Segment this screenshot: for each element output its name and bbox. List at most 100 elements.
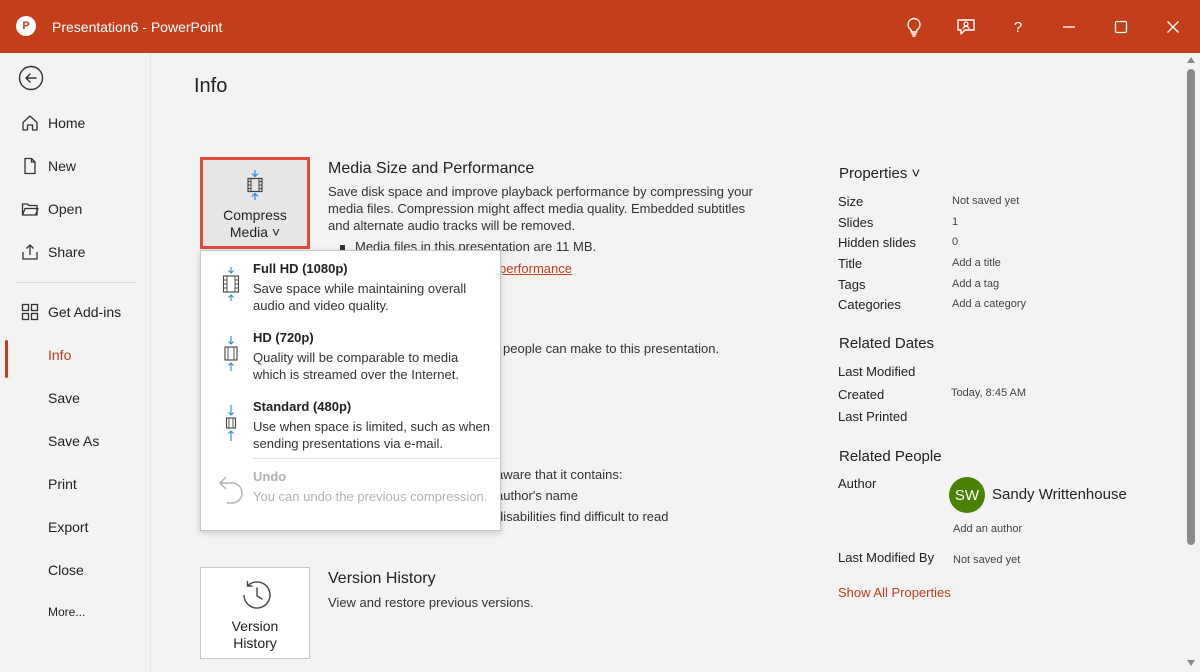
- menu-item-standard-title: Standard (480p): [253, 399, 352, 414]
- add-ins-icon: [21, 303, 39, 321]
- nav-share[interactable]: Share: [0, 235, 151, 269]
- inspect-text-line3: disabilities find difficult to read: [496, 509, 669, 524]
- prop-value-hidden-slides: 0: [952, 236, 959, 248]
- history-clock-icon: [238, 579, 272, 614]
- nav-save-as-label: Save As: [48, 433, 100, 449]
- backstage-sidebar: Home New Open Share Get Add-ins Info Sav…: [0, 53, 151, 672]
- nav-close-label: Close: [48, 562, 84, 578]
- nav-export[interactable]: Export: [0, 510, 151, 544]
- powerpoint-logo-icon: P: [16, 16, 36, 36]
- nav-get-add-ins[interactable]: Get Add-ins: [0, 295, 151, 329]
- prop-label-hidden-slides: Hidden slides: [838, 235, 917, 250]
- prop-label-tags: Tags: [838, 277, 866, 292]
- compress-media-button[interactable]: Compress Media ˅: [200, 157, 310, 249]
- prop-label-created: Created: [838, 387, 885, 402]
- menu-item-standard[interactable]: Standard (480p) Use when space is limite…: [201, 389, 500, 457]
- menu-item-undo: Undo You can undo the previous compressi…: [201, 459, 500, 527]
- page-title: Info: [194, 75, 228, 97]
- media-size-description: Save disk space and improve playback per…: [328, 184, 753, 233]
- nav-info-label: Info: [48, 347, 72, 363]
- prop-label-last-modified-by: Last Modified By: [838, 550, 935, 565]
- prop-value-title[interactable]: Add a title: [952, 257, 1001, 269]
- scroll-up-icon[interactable]: [1187, 57, 1195, 63]
- compress-media-label: Compress Media ˅: [223, 207, 287, 240]
- prop-value-size: Not saved yet: [952, 195, 1020, 207]
- nav-more-label: More...: [48, 605, 86, 619]
- nav-save-label: Save: [48, 390, 80, 406]
- prop-value-created: Today, 8:45 AM: [951, 387, 1027, 399]
- menu-item-hd-desc: Quality will be comparable to media whic…: [253, 350, 459, 382]
- folder-icon: [21, 200, 39, 218]
- nav-more[interactable]: More...: [0, 596, 151, 630]
- prop-value-slides: 1: [952, 216, 959, 228]
- protect-presentation-text: people can make to this presentation.: [503, 341, 720, 356]
- version-history-button[interactable]: Version History: [200, 567, 310, 659]
- feedback-icon[interactable]: [953, 14, 979, 40]
- compress-hd-icon: [221, 336, 241, 372]
- prop-label-author: Author: [838, 476, 877, 491]
- compress-media-icon: [243, 170, 267, 203]
- show-all-properties-link[interactable]: Show All Properties: [838, 585, 951, 600]
- maximize-icon[interactable]: [1108, 14, 1134, 40]
- nav-print[interactable]: Print: [0, 467, 151, 501]
- menu-item-hd[interactable]: HD (720p) Quality will be comparable to …: [201, 320, 500, 388]
- menu-item-full-hd-title: Full HD (1080p): [253, 261, 348, 276]
- nav-home-label: Home: [48, 115, 86, 131]
- menu-item-full-hd-desc: Save space while maintaining overall aud…: [253, 281, 467, 313]
- add-author-link[interactable]: Add an author: [953, 523, 1022, 535]
- inspect-text-line1: aware that it contains:: [496, 467, 623, 482]
- menu-item-undo-title: Undo: [253, 469, 287, 484]
- nav-info[interactable]: Info: [0, 338, 151, 378]
- prop-label-size: Size: [838, 194, 864, 209]
- prop-label-slides: Slides: [838, 215, 874, 230]
- compress-full-hd-icon: [221, 267, 241, 303]
- share-icon: [21, 243, 39, 261]
- scroll-thumb[interactable]: [1187, 69, 1195, 545]
- nav-home[interactable]: Home: [0, 106, 151, 140]
- media-size-heading: Media Size and Performance: [328, 160, 535, 177]
- compress-standard-icon: [221, 405, 241, 441]
- nav-get-add-ins-label: Get Add-ins: [48, 304, 122, 320]
- window-title: Presentation6 - PowerPoint: [52, 19, 223, 35]
- sidebar-divider: [16, 282, 136, 283]
- nav-share-label: Share: [48, 244, 86, 260]
- menu-item-undo-desc: You can undo the previous compression.: [253, 489, 488, 504]
- home-icon: [21, 114, 39, 132]
- minimize-icon[interactable]: [1056, 14, 1082, 40]
- version-history-label: Version History: [231, 618, 279, 651]
- nav-close[interactable]: Close: [0, 553, 151, 587]
- properties-heading[interactable]: Properties ˅: [839, 165, 920, 182]
- menu-item-standard-desc: Use when space is limited, such as when …: [253, 419, 491, 451]
- scroll-down-icon[interactable]: [1187, 660, 1195, 666]
- lightbulb-icon[interactable]: [901, 14, 927, 40]
- version-history-description: View and restore previous versions.: [328, 595, 534, 610]
- nav-new[interactable]: New: [0, 149, 151, 183]
- prop-label-categories: Categories: [838, 297, 901, 312]
- prop-label-last-modified: Last Modified: [838, 364, 916, 379]
- back-arrow-icon[interactable]: [18, 65, 44, 91]
- nav-save[interactable]: Save: [0, 381, 151, 415]
- prop-value-tags[interactable]: Add a tag: [952, 278, 999, 290]
- version-history-heading: Version History: [328, 570, 436, 587]
- prop-value-last-modified-by: Not saved yet: [953, 554, 1021, 566]
- avatar[interactable]: SW: [949, 477, 985, 513]
- nav-export-label: Export: [48, 519, 89, 535]
- close-icon[interactable]: [1160, 14, 1186, 40]
- title-bar: P Presentation6 - PowerPoint ?: [0, 0, 1200, 53]
- prop-label-title: Title: [838, 256, 863, 271]
- prop-value-categories[interactable]: Add a category: [952, 298, 1026, 310]
- vertical-scrollbar[interactable]: [1182, 53, 1200, 672]
- nav-print-label: Print: [48, 476, 77, 492]
- related-people-heading: Related People: [839, 448, 942, 465]
- author-name[interactable]: Sandy Writtenhouse: [992, 486, 1127, 503]
- menu-item-full-hd[interactable]: Full HD (1080p) Save space while maintai…: [201, 251, 500, 319]
- new-file-icon: [21, 157, 39, 175]
- nav-open[interactable]: Open: [0, 192, 151, 226]
- compress-media-dropdown: Full HD (1080p) Save space while maintai…: [200, 250, 501, 531]
- inspect-text-line2: author's name: [496, 488, 578, 503]
- media-performance-link[interactable]: performance: [499, 260, 572, 277]
- related-dates-heading: Related Dates: [839, 335, 935, 352]
- help-icon[interactable]: ?: [1005, 14, 1031, 40]
- nav-open-label: Open: [48, 201, 83, 217]
- nav-save-as[interactable]: Save As: [0, 424, 151, 458]
